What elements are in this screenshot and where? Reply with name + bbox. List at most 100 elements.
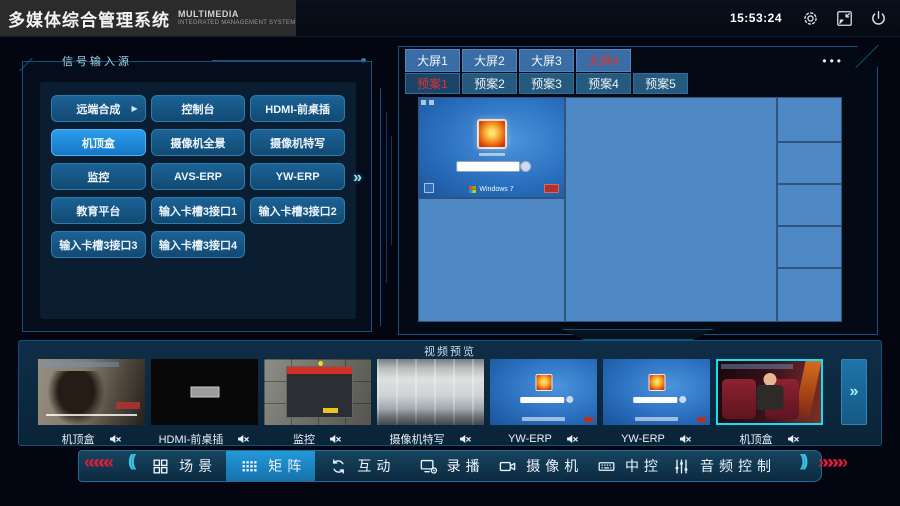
preview-thumbnail-item: YW-ERP: [603, 359, 710, 450]
thumb-art: [520, 397, 564, 403]
nav-item-label: 中控: [625, 456, 663, 476]
accessibility-icon: [424, 183, 434, 193]
nav-item[interactable]: 录播: [405, 451, 494, 481]
mute-icon[interactable]: [786, 432, 800, 446]
thumbnail-caption: HDMI-前桌插: [151, 427, 258, 450]
preset-tab[interactable]: 预案4: [576, 73, 631, 94]
preview-thumbnail[interactable]: [603, 359, 710, 425]
wall-cell-right-4[interactable]: [777, 226, 842, 268]
thumb-art: [635, 417, 678, 421]
nav-item[interactable]: 音频控制: [672, 451, 771, 481]
preview-next-button[interactable]: »: [841, 359, 867, 425]
preset-tab[interactable]: 预案1: [405, 73, 460, 94]
thumb-art: [584, 417, 593, 422]
mute-icon[interactable]: [458, 432, 472, 446]
wall-cell-main[interactable]: [565, 97, 777, 322]
nav-item[interactable]: 矩阵: [226, 451, 315, 481]
input-source-label: 机顶盒: [82, 135, 115, 151]
preview-thumbnail[interactable]: [38, 359, 145, 425]
input-source-button[interactable]: HDMI-前桌插: [250, 95, 345, 122]
wall-cell-right-1[interactable]: [777, 97, 842, 142]
window-controls-icon: [421, 100, 434, 105]
preset-tab[interactable]: 预案5: [633, 73, 688, 94]
input-source-button[interactable]: 输入卡槽3接口1: [151, 197, 246, 224]
input-source-list: 远端合成▶控制台 HDMI-前桌插机顶盒 摄像机全景摄像机特写监控 AVS-ERPYW…: [40, 82, 356, 319]
input-source-button[interactable]: 控制台: [151, 95, 246, 122]
wall-cell-windows-source[interactable]: Windows 7: [418, 97, 565, 198]
input-source-panel-title: 信号输入源: [62, 53, 132, 69]
input-source-button[interactable]: 监控: [51, 163, 146, 190]
bottom-nav-bar: 场景矩阵互动录播摄像机 中控音频控制: [78, 450, 822, 482]
screen-tab[interactable]: 大屏2: [462, 49, 517, 72]
preview-thumbnail[interactable]: [490, 359, 597, 425]
frame-notch-decoration: [562, 329, 714, 340]
screen-tab[interactable]: 大屏4: [576, 49, 631, 72]
thumb-art: [41, 362, 119, 367]
wall-cell-empty[interactable]: [418, 198, 565, 322]
power-icon[interactable]: [869, 9, 888, 28]
more-menu-icon[interactable]: •••: [822, 54, 844, 68]
wall-cell-right-5[interactable]: [777, 268, 842, 322]
preview-thumbnail[interactable]: [716, 359, 823, 425]
wall-cell-right-3[interactable]: [777, 184, 842, 226]
preset-tab[interactable]: 预案2: [462, 73, 517, 94]
left-cyan-arcs-decoration: ((: [128, 451, 133, 471]
mute-icon[interactable]: [236, 432, 250, 446]
thumbnail-label: 摄像机特写: [390, 431, 445, 447]
preset-tab[interactable]: 预案3: [519, 73, 574, 94]
fit-screen-icon[interactable]: [835, 9, 854, 28]
mute-icon[interactable]: [678, 432, 692, 446]
user-name-placeholder: [479, 153, 505, 156]
input-source-button[interactable]: 机顶盒: [51, 129, 146, 156]
input-source-label: 监控: [87, 169, 109, 185]
screen-tab[interactable]: 大屏1: [405, 49, 460, 72]
nav-item[interactable]: 中控: [583, 451, 672, 481]
nav-item[interactable]: 互动: [315, 451, 404, 481]
preview-thumbnail-item: YW-ERP: [490, 359, 597, 450]
panel-collapse-chevron-icon[interactable]: »: [353, 169, 362, 187]
thumb-art: [721, 364, 793, 369]
mute-icon[interactable]: [108, 432, 122, 446]
user-avatar: [477, 119, 507, 149]
preview-thumbnail-list: 机顶盒HDMI-前桌插监控摄像机特写YW-ERPYW-ERP机顶盒: [38, 359, 823, 450]
thumbnail-caption: YW-ERP: [490, 427, 597, 450]
input-source-button[interactable]: 输入卡槽3接口2: [250, 197, 345, 224]
preview-thumbnail[interactable]: [264, 359, 371, 425]
matrix-grid-icon: [240, 457, 259, 476]
input-source-button[interactable]: 教育平台: [51, 197, 146, 224]
mute-icon[interactable]: [565, 432, 579, 446]
input-source-label: HDMI-前桌插: [265, 101, 330, 117]
top-bar-controls: 15:53:24: [730, 0, 888, 36]
app-subtitle: MULTIMEDIA INTEGRATED MANAGEMENT SYSTEM: [178, 10, 296, 26]
thumb-art: [190, 387, 219, 398]
wall-cell-right-2[interactable]: [777, 142, 842, 184]
preview-thumbnail-item: HDMI-前桌插: [151, 359, 258, 450]
input-source-button[interactable]: 摄像机特写: [250, 129, 345, 156]
nav-item[interactable]: 场景: [137, 451, 226, 481]
thumb-art: [116, 402, 140, 409]
input-source-button[interactable]: YW-ERP: [250, 163, 345, 190]
video-wall-layout: Windows 7: [418, 97, 842, 322]
screen-tab[interactable]: 大屏3: [519, 49, 574, 72]
preset-tab-bar: 预案1预案2预案3预案4预案5: [405, 73, 688, 94]
preview-strip-title: 视频预览: [19, 343, 881, 359]
settings-gear-icon[interactable]: [801, 9, 820, 28]
thumb-art: [522, 417, 565, 421]
preview-thumbnail[interactable]: [377, 359, 484, 425]
input-source-button[interactable]: 摄像机全景: [151, 129, 246, 156]
windows-brand: Windows 7: [419, 186, 564, 193]
nav-item[interactable]: 摄像机: [494, 451, 583, 481]
mute-icon[interactable]: [328, 432, 342, 446]
thumb-art: [648, 374, 665, 391]
windows-flag-icon: [469, 186, 476, 193]
input-source-button[interactable]: 远端合成▶: [51, 95, 146, 122]
preview-thumbnail[interactable]: [151, 359, 258, 425]
right-red-chevrons-decoration: »»»»»: [818, 452, 843, 473]
thumb-art: [697, 417, 706, 422]
thumb-art: [756, 385, 783, 410]
input-source-button[interactable]: 输入卡槽3接口3: [51, 231, 146, 258]
input-source-button[interactable]: 输入卡槽3接口4: [151, 231, 246, 258]
input-source-button[interactable]: AVS-ERP: [151, 163, 246, 190]
submenu-arrow-icon: ▶: [132, 104, 138, 113]
thumb-art: [46, 414, 137, 416]
